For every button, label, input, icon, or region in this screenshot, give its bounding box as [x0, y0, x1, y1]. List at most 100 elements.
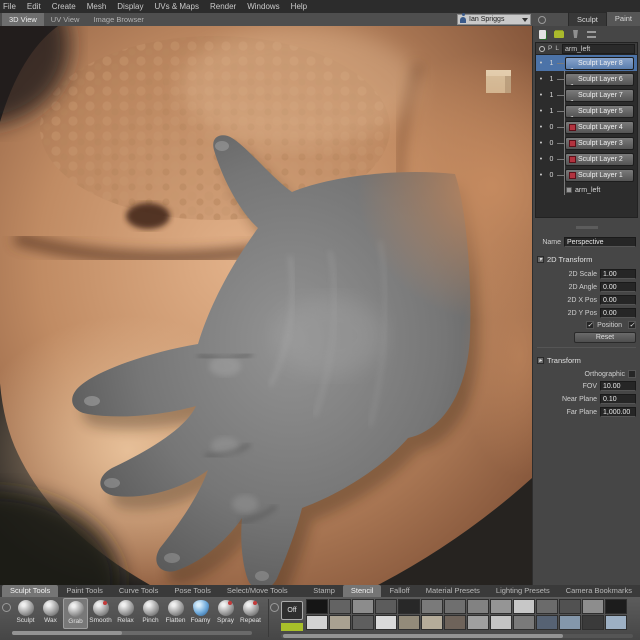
layer-chip[interactable]: Sculpt Layer 3	[565, 137, 634, 150]
position-checkbox-right[interactable]: ✓	[628, 321, 636, 329]
layer-visibility-dot[interactable]: •	[536, 76, 546, 83]
stencil-thumb[interactable]	[559, 615, 581, 630]
stencil-thumb[interactable]	[352, 615, 374, 630]
section-toggle-icon[interactable]: ▸	[537, 357, 544, 364]
property-value-field[interactable]: 0.00	[600, 282, 636, 292]
menu-item[interactable]: Help	[291, 2, 307, 11]
layer-weight[interactable]: 1	[546, 76, 557, 83]
tool-button[interactable]: Grab	[63, 598, 88, 629]
reset-button[interactable]: Reset	[574, 332, 636, 343]
position-checkbox-left[interactable]: ✓	[586, 321, 594, 329]
status-circle-icon[interactable]	[538, 16, 546, 24]
layer-visibility-dot[interactable]: •	[536, 60, 546, 67]
layer-weight[interactable]: 0	[546, 140, 557, 147]
layer-weight[interactable]: 1	[546, 92, 557, 99]
stencil-thumb[interactable]	[329, 599, 351, 614]
stencil-thumb[interactable]	[444, 599, 466, 614]
layer-chip[interactable]: Sculpt Layer 4	[565, 121, 634, 134]
menu-item[interactable]: UVs & Maps	[155, 2, 199, 11]
tray-tab[interactable]: Stencil	[343, 585, 382, 597]
delete-layer-icon[interactable]	[572, 30, 579, 38]
tools-scrollbar[interactable]	[12, 631, 252, 635]
stencil-thumb[interactable]	[306, 599, 328, 614]
tools-scroll-thumb[interactable]	[12, 631, 122, 635]
tray-tab[interactable]: Falloff	[381, 585, 417, 597]
layer-chip[interactable]: Sculpt Layer 2	[565, 153, 634, 166]
stencil-thumb[interactable]	[306, 615, 328, 630]
layer-visibility-dot[interactable]: •	[536, 92, 546, 99]
tool-button[interactable]: Smooth	[88, 598, 113, 629]
panel-resize-handle[interactable]	[576, 226, 598, 229]
mesh-item-row[interactable]: arm_left	[536, 183, 637, 197]
stencil-thumb[interactable]	[352, 599, 374, 614]
tray-scroll-left-icon[interactable]	[2, 603, 11, 612]
camera-name-field[interactable]: Perspective	[564, 237, 636, 247]
stencil-scroll-thumb[interactable]	[283, 634, 563, 638]
stencil-thumb[interactable]	[490, 599, 512, 614]
tool-button[interactable]: Wax	[38, 598, 63, 629]
stencil-thumb[interactable]	[605, 599, 627, 614]
tool-button[interactable]: Flatten	[163, 598, 188, 629]
visibility-column-icon[interactable]	[539, 46, 545, 52]
view-tab[interactable]: 3D View	[2, 13, 44, 26]
tool-button[interactable]: Relax	[113, 598, 138, 629]
layer-row[interactable]: • 0 Sculpt Layer 4	[536, 119, 637, 135]
viewport-3d[interactable]	[0, 26, 532, 585]
orthographic-checkbox[interactable]	[628, 370, 636, 378]
layer-row[interactable]: • 1 Sculpt Layer 7	[536, 87, 637, 103]
menu-item[interactable]: Windows	[247, 2, 279, 11]
tray-tab[interactable]: Material Presets	[418, 585, 488, 597]
layer-chip[interactable]: Sculpt Layer 8	[565, 57, 634, 70]
tray-tab[interactable]: Curve Tools	[111, 585, 166, 597]
list-menu-icon[interactable]	[587, 31, 596, 38]
layer-row[interactable]: • 0 Sculpt Layer 2	[536, 151, 637, 167]
layer-visibility-dot[interactable]: •	[536, 140, 546, 147]
stencil-thumb[interactable]	[398, 599, 420, 614]
layer-visibility-dot[interactable]: •	[536, 124, 546, 131]
layer-chip[interactable]: Sculpt Layer 7	[565, 89, 634, 102]
stencil-thumb[interactable]	[467, 615, 489, 630]
stencil-active-swatch[interactable]	[281, 623, 303, 631]
layer-weight[interactable]: 0	[546, 156, 557, 163]
layer-weight[interactable]: 0	[546, 124, 557, 131]
stencil-thumb[interactable]	[559, 599, 581, 614]
stencil-thumb[interactable]	[375, 615, 397, 630]
tool-button[interactable]: Spray	[213, 598, 238, 629]
tool-button[interactable]: Foamy	[188, 598, 213, 629]
tray-tab[interactable]: Pose Tools	[166, 585, 219, 597]
property-value-field[interactable]: 1,000.00	[600, 407, 636, 417]
property-value-field[interactable]: 10.00	[600, 381, 636, 391]
tool-button[interactable]: Sculpt	[13, 598, 38, 629]
tray-tab[interactable]: Select/Move Tools	[219, 585, 296, 597]
stencil-thumb[interactable]	[582, 615, 604, 630]
layer-weight[interactable]: 0	[546, 172, 557, 179]
view-tab[interactable]: UV View	[44, 13, 87, 26]
layer-row[interactable]: • 1 Sculpt Layer 6	[536, 71, 637, 87]
menu-item[interactable]: Render	[210, 2, 236, 11]
stencil-thumb[interactable]	[513, 615, 535, 630]
stencil-thumb[interactable]	[605, 615, 627, 630]
property-value-field[interactable]: 0.10	[600, 394, 636, 404]
layer-chip[interactable]: Sculpt Layer 5	[565, 105, 634, 118]
layer-row[interactable]: • 0 Sculpt Layer 1	[536, 167, 637, 183]
stencil-thumb[interactable]	[329, 615, 351, 630]
tray-tab[interactable]: Stamp	[305, 585, 343, 597]
stencil-scroll-left-icon[interactable]	[270, 603, 279, 612]
stencil-off-button[interactable]: Off	[281, 601, 303, 620]
stencil-thumb[interactable]	[490, 615, 512, 630]
section-2d-transform[interactable]: ▾ 2D Transform	[537, 255, 636, 264]
layer-weight[interactable]: 1	[546, 108, 557, 115]
stencil-thumb[interactable]	[444, 615, 466, 630]
stencil-scrollbar[interactable]	[281, 634, 633, 638]
stencil-thumb[interactable]	[467, 599, 489, 614]
layer-weight[interactable]: 1	[546, 60, 557, 67]
layer-row[interactable]: • 0 Sculpt Layer 3	[536, 135, 637, 151]
tray-tab[interactable]: Camera Bookmarks	[558, 585, 640, 597]
new-layer-icon[interactable]	[539, 30, 546, 39]
tool-button[interactable]: Pinch	[138, 598, 163, 629]
viewport-canvas[interactable]	[0, 26, 532, 585]
property-value-field[interactable]: 0.00	[600, 295, 636, 305]
stencil-thumb[interactable]	[536, 599, 558, 614]
menu-item[interactable]: Mesh	[87, 2, 107, 11]
menu-item[interactable]: Create	[52, 2, 76, 11]
